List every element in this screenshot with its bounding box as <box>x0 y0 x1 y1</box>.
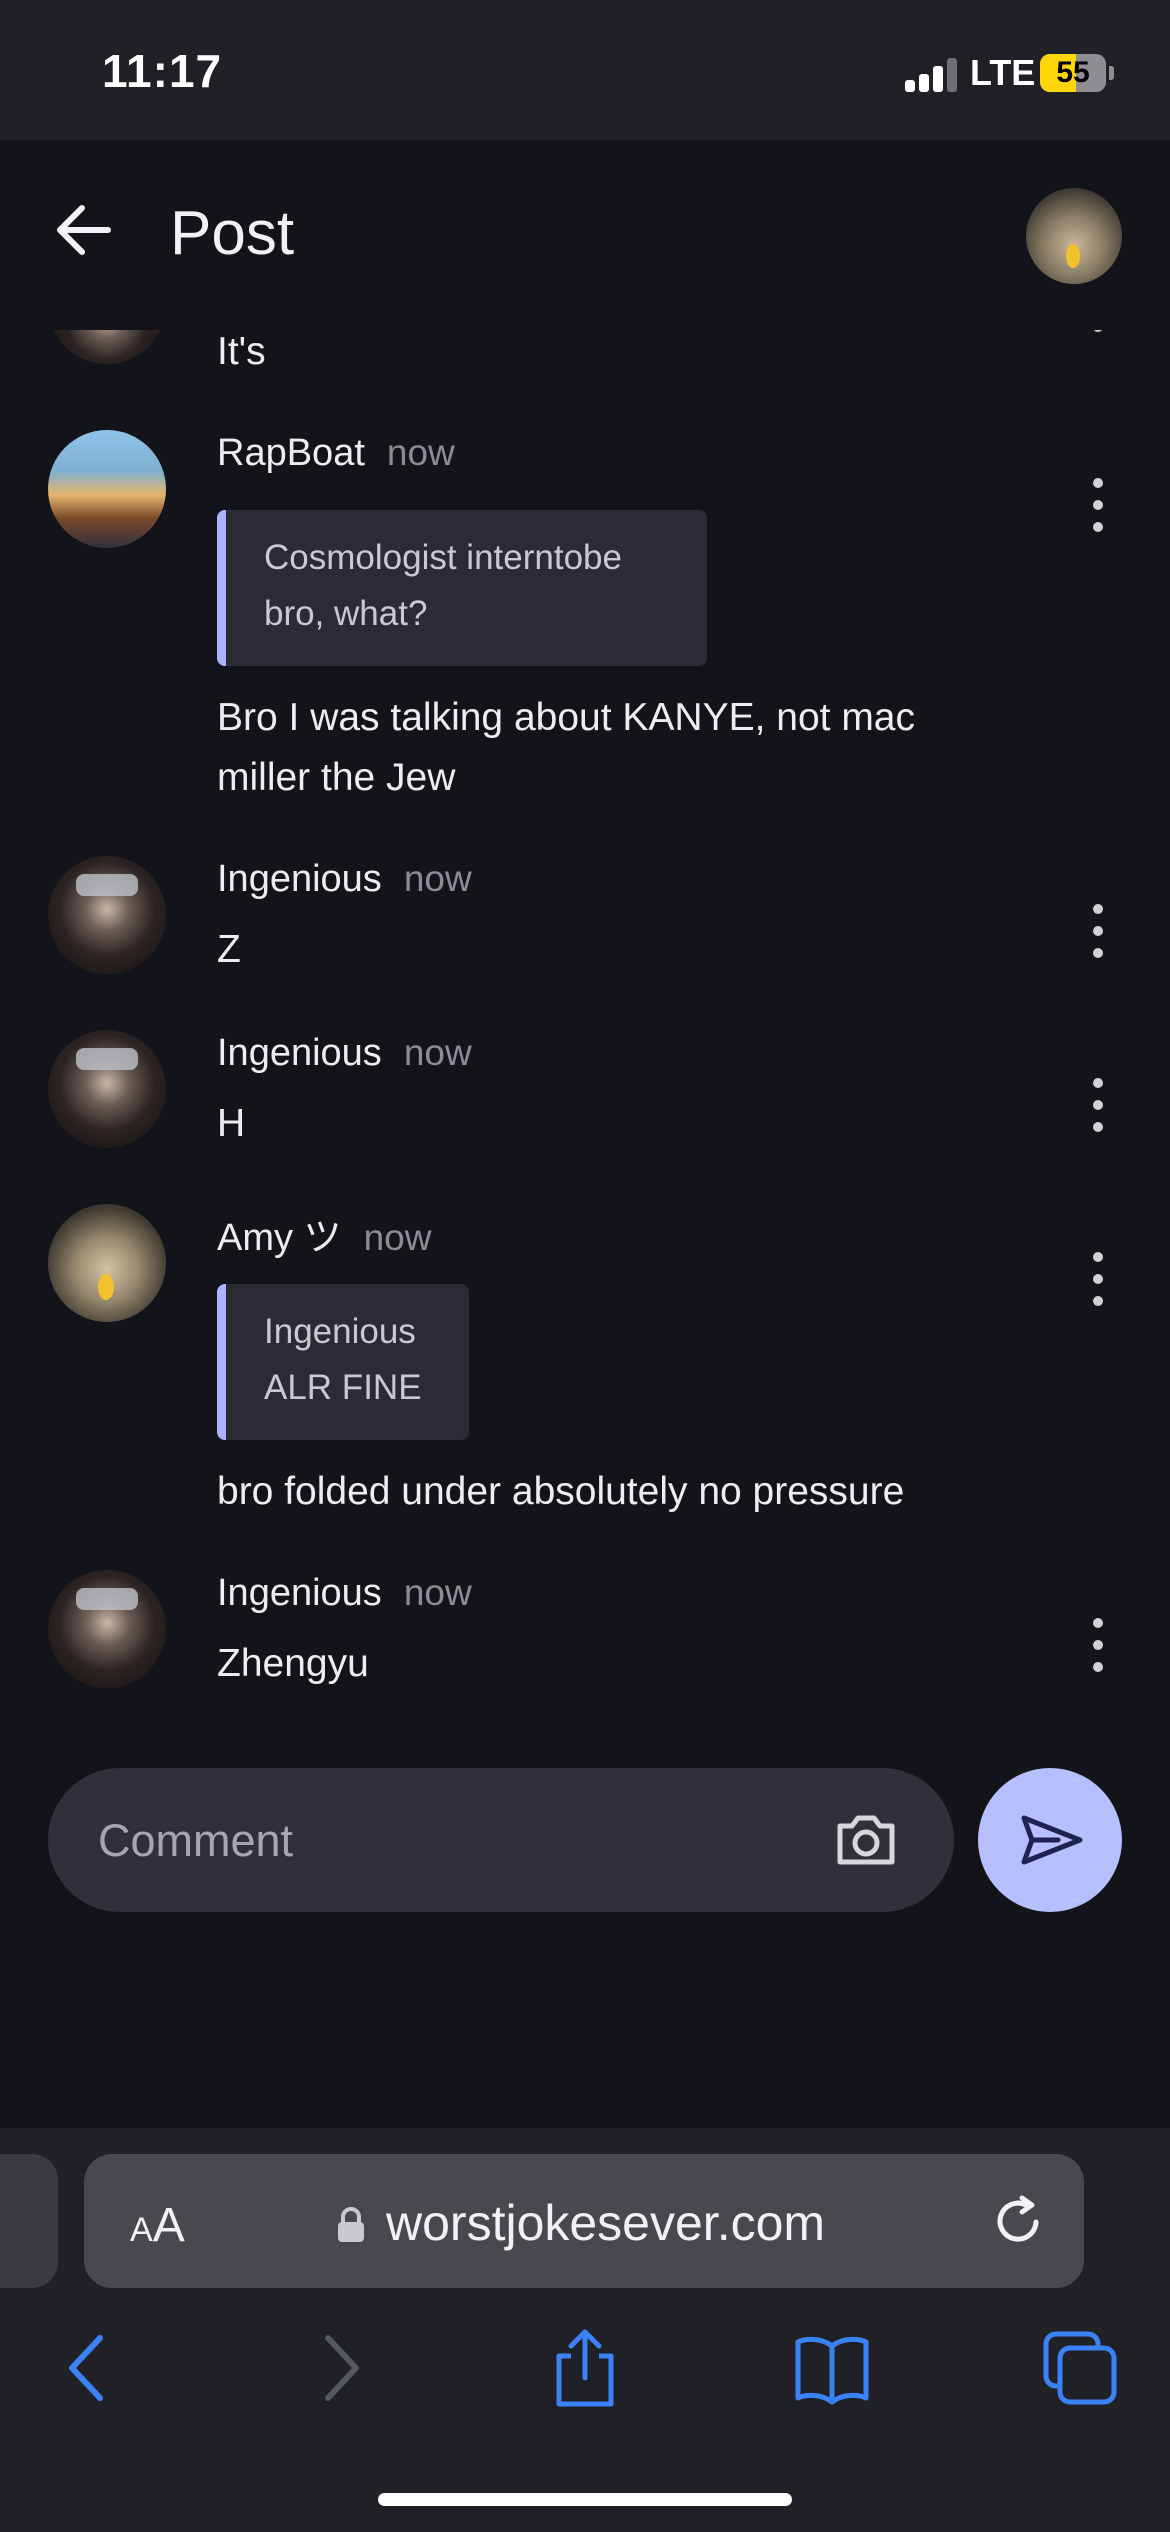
comment-time: now <box>403 858 472 899</box>
share-button[interactable] <box>545 2328 625 2408</box>
camera-icon <box>837 1815 895 1865</box>
author-name[interactable]: Amy ツ <box>217 1217 342 1259</box>
bookmarks-button[interactable] <box>792 2328 872 2408</box>
previous-tab-peek[interactable] <box>0 2154 58 2288</box>
comment-author[interactable]: Ingenious now <box>217 858 472 901</box>
comment-time: now <box>403 1572 472 1613</box>
browser-chrome: AA worstjokesever.com <box>0 2128 1170 2532</box>
comment-text: Z <box>217 928 241 971</box>
back-button[interactable] <box>50 200 120 260</box>
comment-author[interactable]: Amy ツ now <box>217 1206 431 1261</box>
browser-forward-button[interactable] <box>300 2328 380 2408</box>
arrow-left-icon <box>57 205 111 255</box>
tabs-icon <box>1043 2331 1117 2405</box>
send-icon <box>1021 1815 1083 1865</box>
page-settings-button[interactable]: AA <box>130 2198 185 2253</box>
comment-author[interactable]: RapBoat now <box>217 432 455 475</box>
comment-text: Zhengyu <box>217 1642 369 1685</box>
profile-avatar[interactable] <box>1026 188 1122 284</box>
comment-composer <box>48 1768 954 1912</box>
quote-text: bro, what? <box>264 594 428 633</box>
aa-large-label: A <box>152 2199 185 2252</box>
bookmarks-icon <box>795 2336 869 2405</box>
comment-time: now <box>363 1217 432 1258</box>
avatar[interactable] <box>48 430 166 548</box>
back-chevron-icon <box>69 2335 103 2401</box>
forward-chevron-icon <box>325 2335 359 2401</box>
reload-icon <box>997 2195 1039 2242</box>
avatar[interactable] <box>48 1030 166 1148</box>
aa-small-label: A <box>130 2211 153 2249</box>
comment-time: now <box>403 1032 472 1073</box>
quote-author: Cosmologist interntobe <box>264 538 622 577</box>
comment-text: It's <box>217 330 266 373</box>
lock-icon <box>338 2207 364 2242</box>
send-button[interactable] <box>978 1768 1122 1912</box>
avatar[interactable] <box>48 1204 166 1322</box>
comment-text: H <box>217 1102 246 1145</box>
avatar[interactable] <box>48 856 166 974</box>
share-icon <box>556 2329 614 2407</box>
reload-button[interactable] <box>992 2194 1048 2250</box>
comment-author[interactable]: Ingenious now <box>217 1032 472 1075</box>
quote-author: Ingenious <box>264 1312 416 1351</box>
camera-button[interactable] <box>834 1810 898 1870</box>
url-text[interactable]: worstjokesever.com <box>386 2194 825 2252</box>
author-name[interactable]: Ingenious <box>217 858 382 900</box>
more-options-icon[interactable] <box>1088 1618 1108 1678</box>
comment-text: Bro I was talking about KANYE, not mac m… <box>217 688 915 808</box>
author-name[interactable]: Ingenious <box>217 1032 382 1074</box>
app-header: Post <box>0 140 1170 330</box>
more-options-icon[interactable] <box>1088 478 1108 538</box>
quoted-reply[interactable]: Cosmologist interntobe bro, what? <box>217 510 707 666</box>
home-indicator[interactable] <box>378 2493 792 2506</box>
quoted-reply[interactable]: Ingenious ALR FINE <box>217 1284 469 1440</box>
address-bar[interactable]: AA worstjokesever.com <box>84 2154 1084 2288</box>
comment-text-line: miller the Jew <box>217 756 456 799</box>
comment-input[interactable] <box>96 1796 800 1886</box>
browser-back-button[interactable] <box>48 2328 128 2408</box>
more-options-icon[interactable] <box>1088 1252 1108 1312</box>
more-options-icon[interactable] <box>1088 1078 1108 1138</box>
comment-text: bro folded under absolutely no pressure <box>217 1470 905 1513</box>
comment-text-line: Bro I was talking about KANYE, not mac <box>217 696 916 739</box>
author-name[interactable]: RapBoat <box>217 432 365 474</box>
page-title: Post <box>170 199 295 268</box>
avatar[interactable] <box>48 1570 166 1688</box>
more-options-icon[interactable] <box>1088 904 1108 964</box>
tabs-button[interactable] <box>1040 2328 1120 2408</box>
quote-text: ALR FINE <box>264 1368 422 1407</box>
comment-time: now <box>386 432 455 473</box>
author-name[interactable]: Ingenious <box>217 1572 382 1614</box>
comment-author[interactable]: Ingenious now <box>217 1572 472 1615</box>
